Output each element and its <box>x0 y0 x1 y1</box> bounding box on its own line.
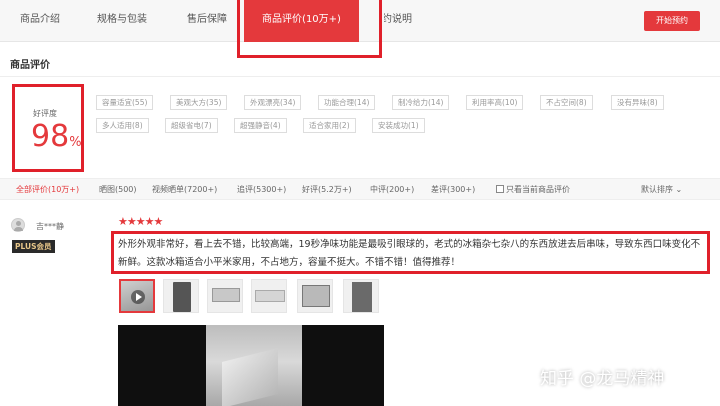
start-reservation-button[interactable]: 开始预约 <box>644 11 700 31</box>
tag-chip[interactable]: 美观大方(35) <box>170 95 228 110</box>
filter-video-reviews[interactable]: 视频晒单(7200+) <box>152 184 217 195</box>
photo-thumbnail[interactable] <box>207 279 243 313</box>
highlight-review-text <box>111 231 710 274</box>
rating-label: 好评度 <box>33 109 57 118</box>
filter-negative[interactable]: 差评(300+) <box>431 184 475 195</box>
tag-chip[interactable]: 外观漂亮(34) <box>244 95 302 110</box>
video-thumbnail[interactable] <box>119 279 155 313</box>
section-title: 商品评价 <box>10 60 50 71</box>
filter-neutral[interactable]: 中评(200+) <box>370 184 414 195</box>
sort-dropdown[interactable]: 默认排序 ⌄ <box>641 184 682 195</box>
divider <box>0 76 720 77</box>
filter-all-reviews[interactable]: 全部评价(10万+) <box>16 184 79 195</box>
rating-unit: % <box>69 135 82 150</box>
checkbox-label: 只看当前商品评价 <box>506 185 570 194</box>
fridge-photo <box>255 290 285 302</box>
review-filter-bar: 全部评价(10万+) 晒图(500) 视频晒单(7200+) 追评(5300+)… <box>0 178 720 200</box>
rating-value: 98% <box>31 119 82 154</box>
tab-after-sales[interactable]: 售后保障 <box>187 0 227 42</box>
photo-thumbnail[interactable] <box>163 279 199 313</box>
tag-chip[interactable]: 功能合理(14) <box>318 95 376 110</box>
tab-specs-packaging[interactable]: 规格与包装 <box>97 0 147 42</box>
tag-chip[interactable]: 超级省电(7) <box>165 118 218 133</box>
tag-chip[interactable]: 适合家用(2) <box>303 118 356 133</box>
play-icon <box>131 290 145 304</box>
tag-chip[interactable]: 制冷给力(14) <box>392 95 450 110</box>
tab-product-intro[interactable]: 商品介绍 <box>20 0 60 42</box>
chevron-down-icon: ⌄ <box>675 185 683 194</box>
tag-chip[interactable]: 安装成功(1) <box>372 118 425 133</box>
tag-chip[interactable]: 多人适用(8) <box>96 118 149 133</box>
video-player[interactable] <box>118 325 384 406</box>
tag-chip[interactable]: 容量适宜(55) <box>96 95 154 110</box>
avatar <box>11 218 25 232</box>
rating-highlight-box: 好评度 98% <box>12 84 84 172</box>
filter-photos[interactable]: 晒图(500) <box>99 184 137 195</box>
current-product-only-toggle[interactable]: 只看当前商品评价 <box>496 184 570 195</box>
tag-chip[interactable]: 不占空间(8) <box>540 95 593 110</box>
photo-thumbnail[interactable] <box>297 279 333 313</box>
watermark: 知乎 @龙马精神 <box>540 369 665 389</box>
filter-follow-up[interactable]: 追评(5300+) <box>237 184 286 195</box>
fridge-photo <box>173 282 191 312</box>
tag-chip[interactable]: 超强静音(4) <box>234 118 287 133</box>
filter-positive[interactable]: 好评(5.2万+) <box>302 184 352 195</box>
photo-thumbnail[interactable] <box>343 279 379 313</box>
tab-product-reviews[interactable]: 商品评价(10万+) <box>244 0 359 42</box>
star-rating: ★★★★★ <box>118 215 163 228</box>
tag-chip[interactable]: 利用率高(10) <box>466 95 524 110</box>
tag-chip[interactable]: 没有异味(8) <box>611 95 664 110</box>
plus-member-badge: PLUS会员 <box>12 240 55 253</box>
fridge-photo <box>212 288 240 302</box>
checkbox-icon[interactable] <box>496 185 504 193</box>
product-tab-bar: 商品介绍 规格与包装 售后保障 商品评价(10万+) 预约说明 开始预约 <box>0 0 720 42</box>
sort-label: 默认排序 <box>641 185 673 194</box>
rating-number: 98 <box>31 119 70 154</box>
fridge-photo <box>352 282 372 312</box>
fridge-photo <box>302 285 330 307</box>
tab-reservation-info[interactable]: 预约说明 <box>384 0 412 42</box>
photo-thumbnail[interactable] <box>251 279 287 313</box>
review-username: 吉***静 <box>36 222 64 231</box>
